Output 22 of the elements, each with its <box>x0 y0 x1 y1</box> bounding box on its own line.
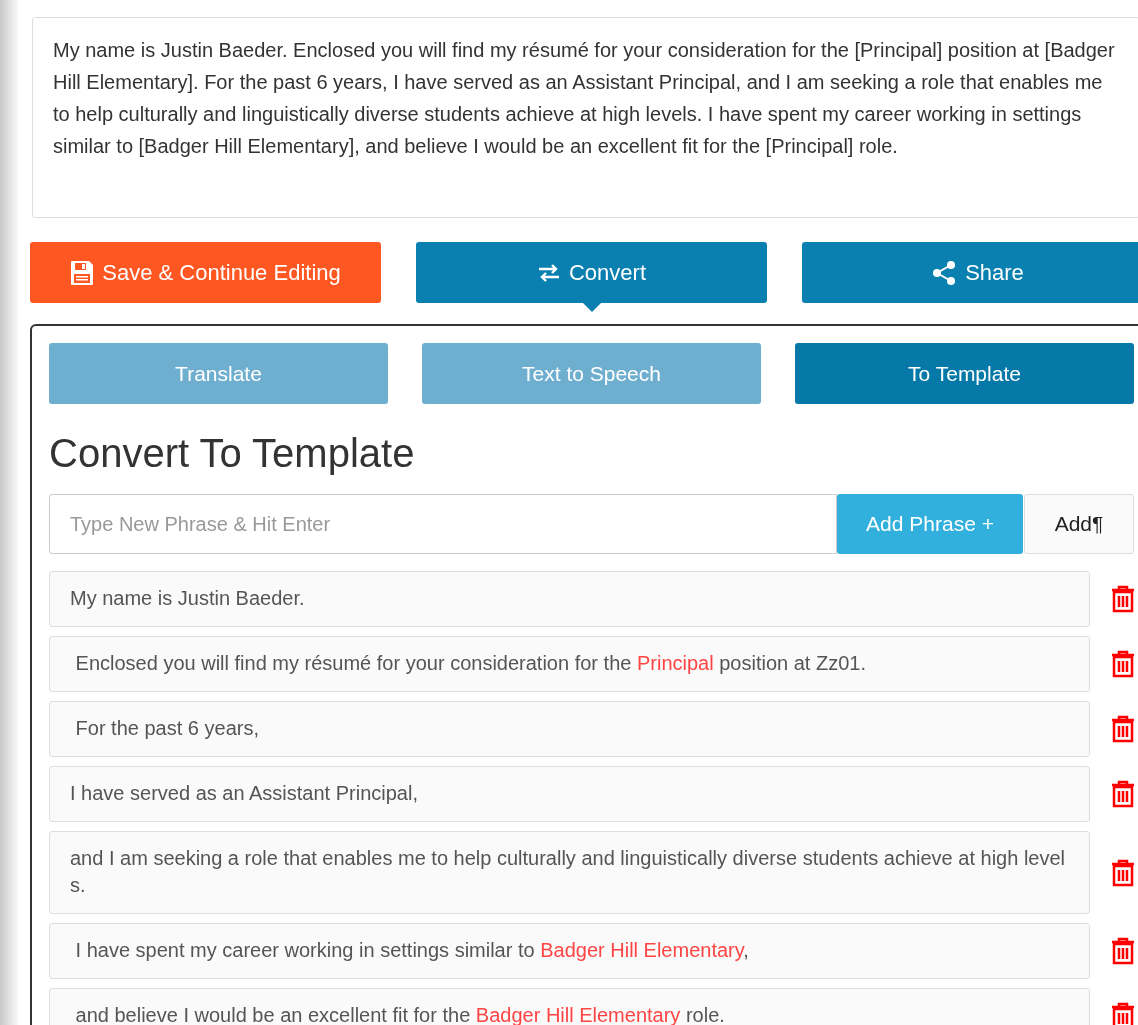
phrase-item[interactable]: I have spent my career working in settings similar to Badger Hill Elementary, <box>49 923 1090 979</box>
trash-icon[interactable] <box>1111 780 1135 808</box>
trash-icon[interactable] <box>1111 585 1135 613</box>
trash-icon[interactable] <box>1111 1002 1135 1025</box>
share-icon <box>931 259 958 286</box>
trash-icon[interactable] <box>1111 650 1135 678</box>
phrase-item[interactable]: I have served as an Assistant Principal, <box>49 766 1090 822</box>
convert-button[interactable]: Convert <box>416 242 767 303</box>
phrase-input-field[interactable]: Type New Phrase & Hit Enter <box>49 494 837 554</box>
phrase-item[interactable]: Enclosed you will find my résumé for your consideration for the Principal position at Zz01. <box>49 636 1090 692</box>
phrase-item[interactable]: For the past 6 years, <box>49 701 1090 757</box>
section-heading: Convert To Template <box>49 430 416 476</box>
trash-icon[interactable] <box>1111 715 1135 743</box>
tab[interactable]: To Template <box>795 343 1134 404</box>
add-paragraph-button[interactable]: Add¶ <box>1024 494 1134 554</box>
trash-icon[interactable] <box>1111 937 1135 965</box>
phrase-item[interactable]: My name is Justin Baeder. <box>49 571 1090 627</box>
swap-arrows-icon <box>536 262 561 283</box>
trash-icon[interactable] <box>1111 858 1135 887</box>
letter-text: My name is Justin Baeder. Enclosed you will find my résumé for your consideration for the [Principal] position at [Badger Hill Elementary]. For the past 6 years, I have served as an Assistant Principal, and I am seeking a role that enables me to help culturally and linguistically diverse students achieve at high levels. I have spent my career working in settings similar to [Badger Hill Elementary], and believe I would be an excellent fit for the [Principal] role. <box>32 17 1138 218</box>
phrase-item[interactable]: and I am seeking a role that enables me to help culturally and linguistically diverse students achieve at high levels. <box>49 831 1090 914</box>
share-button[interactable]: Share <box>802 242 1138 303</box>
